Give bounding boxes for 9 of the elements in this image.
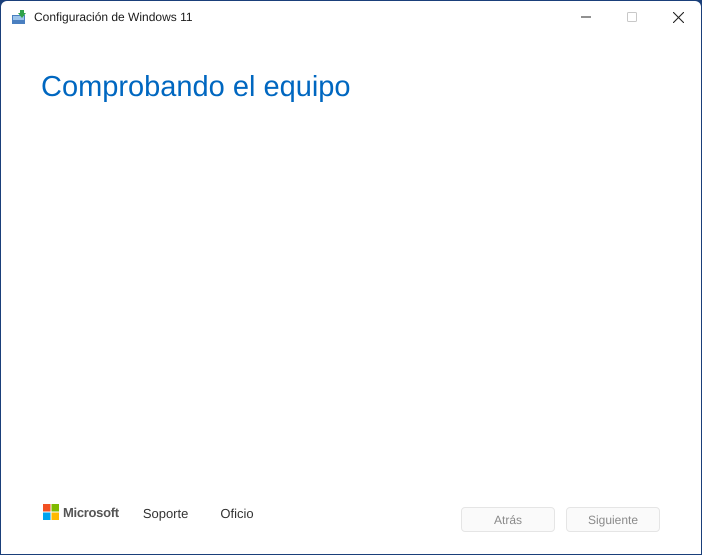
maximize-icon — [627, 12, 637, 22]
footer-link[interactable]: Oficio — [220, 506, 254, 521]
page-heading: Comprobando el equipo — [41, 71, 352, 104]
close-icon — [672, 12, 684, 22]
footer-link[interactable]: Soporte — [142, 506, 188, 521]
setup-icon — [11, 9, 27, 25]
microsoft-logo-icon — [43, 504, 59, 520]
window-title: Configuración de Windows 11 — [34, 10, 193, 24]
brand-name: Microsoft — [63, 504, 119, 520]
